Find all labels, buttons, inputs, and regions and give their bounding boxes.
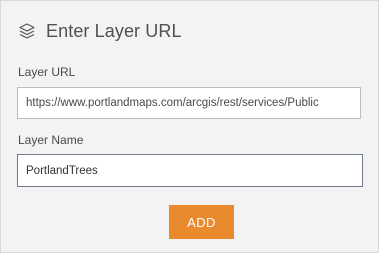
layer-url-input[interactable] [17, 87, 361, 119]
layer-name-label: Layer Name [18, 133, 84, 147]
page-title: Enter Layer URL [46, 20, 182, 41]
layers-icon [18, 22, 36, 40]
dialog-header: Enter Layer URL [18, 19, 182, 43]
layer-url-label: Layer URL [18, 65, 76, 79]
add-layer-panel: Enter Layer URL Layer URL Layer Name ADD [0, 0, 379, 253]
add-button[interactable]: ADD [169, 205, 234, 239]
layer-name-input[interactable] [17, 154, 363, 187]
